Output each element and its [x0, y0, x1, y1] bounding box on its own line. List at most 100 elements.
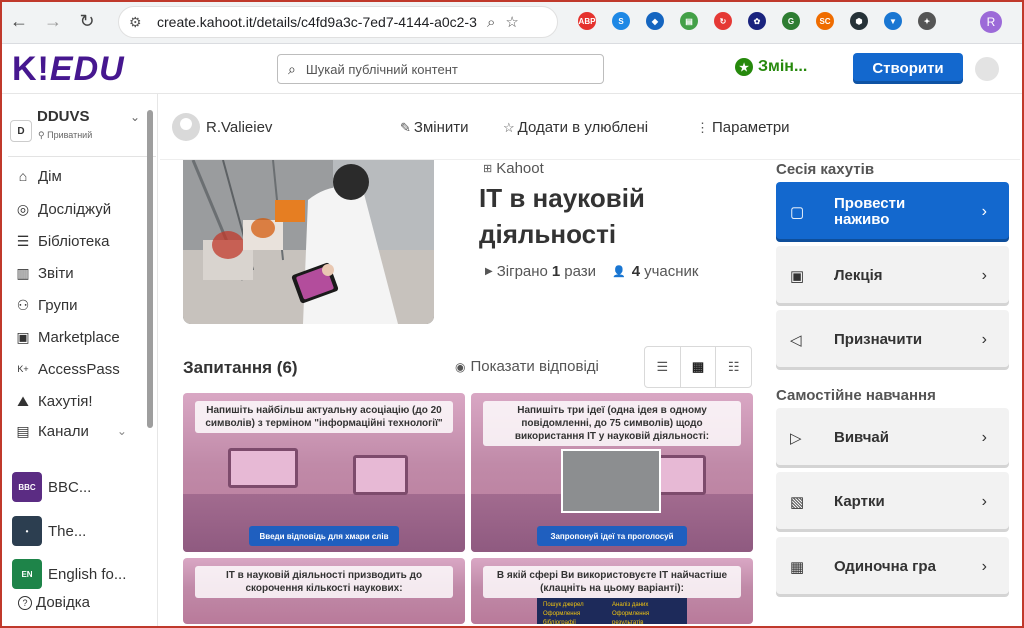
address-url[interactable]: create.kahoot.it/details/c4fd9a3c-7ed7-4… — [157, 14, 477, 30]
card-screen-decoration — [353, 455, 408, 495]
list-view-icon[interactable]: ☰ — [645, 347, 681, 387]
question-card[interactable]: Напишіть найбільш актуальну асоціацію (д… — [183, 393, 465, 552]
favorite-button[interactable]: ☆ Додати в улюблені — [503, 119, 648, 136]
upgrade-button[interactable]: ★ Змін... — [735, 58, 807, 76]
action-icon: ▧ — [790, 494, 805, 511]
action-button[interactable]: ▢ Провести наживо › — [776, 182, 1009, 242]
questions-title: Запитання (6) — [183, 358, 298, 377]
app-header: K!EDU ⌕ Шукай публічний контент ★ Змін..… — [0, 44, 1024, 94]
sidebar-item[interactable]: ▥ Звіти — [14, 262, 73, 284]
sidebar-item-icon: ⛰ — [17, 392, 29, 409]
extension-icon[interactable]: SC — [816, 12, 834, 30]
search-icon: ⌕ — [288, 60, 296, 77]
sidebar-channel[interactable]: BBC BBC... — [12, 472, 91, 502]
question-card[interactable]: Напишіть три ідеї (одна ідея в одному по… — [471, 393, 753, 552]
action-button[interactable]: ▣ Лекція › — [776, 246, 1009, 306]
chevron-right-icon: › — [981, 267, 987, 284]
forward-arrow-icon[interactable]: → — [38, 7, 68, 37]
extension-icon[interactable]: ↻ — [714, 12, 732, 30]
sidebar-item[interactable]: ⛰ Кахутія! — [14, 390, 92, 412]
extension-icon[interactable]: ▼ — [884, 12, 902, 30]
action-button[interactable]: ▦ Одиночна гра › — [776, 537, 1009, 597]
chevron-down-icon[interactable]: ⌄ — [130, 110, 140, 124]
sidebar-item-label: AccessPass — [38, 360, 120, 378]
sidebar-item-icon: ▤ — [16, 422, 30, 439]
profile-avatar[interactable]: R — [980, 11, 1002, 33]
extension-icon[interactable]: G — [782, 12, 800, 30]
extension-icon[interactable]: ▤ — [680, 12, 698, 30]
action-label: Картки — [834, 493, 885, 510]
create-button[interactable]: Створити — [853, 53, 963, 84]
bookmark-star-icon[interactable]: ☆ — [505, 13, 518, 31]
chevron-right-icon: › — [981, 558, 987, 575]
search-input[interactable]: ⌕ Шукай публічний контент — [277, 54, 604, 84]
question-text: В якій сфері Ви використовуєте ІТ найчас… — [483, 566, 741, 598]
logo-k: K! — [12, 50, 50, 88]
sidebar-item-label: Дім — [38, 167, 62, 185]
sidebar-item[interactable]: ☰ Бібліотека — [14, 230, 110, 252]
sidebar-item[interactable]: ⚇ Групи — [14, 294, 78, 316]
sidebar-item-icon: ☰ — [16, 232, 30, 249]
extension-icon[interactable]: ✿ — [748, 12, 766, 30]
extension-icon[interactable]: S — [612, 12, 630, 30]
view-mode-toggle: ☰ ▦ ☷ — [644, 346, 752, 388]
sidebar-channel[interactable]: EN English fo... — [12, 559, 126, 589]
grid-view-icon[interactable]: ▦ — [681, 347, 717, 387]
show-answers-toggle[interactable]: ◉ Показати відповіді — [455, 358, 599, 375]
lab-photo-illustration — [183, 160, 434, 324]
detail-view-icon[interactable]: ☷ — [716, 347, 751, 387]
question-card[interactable]: ІТ в науковій діяльності призводить до с… — [183, 558, 465, 624]
sidebar-item-label: Групи — [38, 296, 78, 314]
upgrade-label: Змін... — [758, 58, 808, 75]
played-prefix: Зіграно — [496, 263, 548, 280]
action-icon: ▷ — [790, 430, 802, 447]
action-button[interactable]: ▧ Картки › — [776, 472, 1009, 532]
kahoot-title: ІТ в науковій діяльності — [479, 183, 645, 249]
sidebar-scrollbar[interactable] — [147, 110, 153, 428]
action-icon: ◁ — [790, 332, 802, 349]
sidebar-item-label: Бібліотека — [38, 232, 110, 250]
owner-avatar[interactable] — [172, 113, 200, 141]
sidebar-channel[interactable]: • The... — [12, 516, 86, 546]
edit-button[interactable]: ✎ Змінити — [400, 119, 469, 136]
action-button[interactable]: ◁ Призначити › — [776, 310, 1009, 370]
kebab-menu-icon: ⋮ — [696, 119, 709, 135]
sidebar-item[interactable]: K+ AccessPass — [14, 358, 120, 380]
sidebar-item[interactable]: ▤ Канали ⌄ — [14, 420, 127, 442]
workspace-name: DDUVS — [37, 108, 90, 125]
played-count: 1 — [551, 263, 561, 280]
sidebar-item[interactable]: ◎ Досліджуй — [14, 198, 111, 220]
sidebar-item[interactable]: ▣ Marketplace — [14, 326, 120, 348]
person-icon: 👤 — [612, 266, 626, 278]
workspace-switcher[interactable]: D DDUVS ⚲ Приватний ⌄ — [8, 104, 148, 154]
help-link[interactable]: ? Довідка — [18, 594, 90, 611]
sidebar-item-label: Marketplace — [38, 328, 120, 346]
reload-icon[interactable]: ↻ — [72, 7, 102, 37]
site-info-icon[interactable]: ⚙ — [129, 14, 151, 31]
sidebar-item[interactable]: ⌂ Дім — [14, 165, 62, 187]
sidebar-item-icon: ▣ — [16, 328, 30, 345]
extension-icon[interactable]: ◆ — [646, 12, 664, 30]
sidebar: D DDUVS ⚲ Приватний ⌄ ⌂ Дім ◎ Досліджуй ☰ Біб… — [0, 94, 158, 628]
kahoot-edu-logo[interactable]: K!EDU — [12, 50, 125, 89]
chevron-right-icon: › — [981, 493, 987, 510]
zoom-icon[interactable]: ⌕ — [487, 14, 495, 31]
owner-name[interactable]: R.Valieiev — [206, 119, 272, 136]
settings-label: Параметри — [712, 119, 790, 136]
sidebar-item-icon: ⌂ — [18, 168, 28, 184]
extension-icon[interactable]: ✦ — [918, 12, 936, 30]
extension-icon[interactable]: ABP — [578, 12, 596, 30]
user-avatar[interactable] — [975, 57, 999, 81]
option-preview: Аналіз даних — [612, 602, 649, 608]
players-suffix: учасник — [644, 263, 699, 280]
logo-edu: EDU — [49, 50, 125, 88]
extension-icon[interactable]: ⬢ — [850, 12, 868, 30]
question-card[interactable]: В якій сфері Ви використовуєте ІТ найчас… — [471, 558, 753, 624]
address-bar[interactable]: ⚙ create.kahoot.it/details/c4fd9a3c-7ed7… — [118, 6, 558, 38]
eye-icon: ◉ — [455, 359, 466, 374]
action-button[interactable]: ▷ Вивчай › — [776, 408, 1009, 468]
chevron-down-icon[interactable]: ⌄ — [117, 424, 127, 438]
action-label: Провести наживо — [834, 195, 906, 228]
back-arrow-icon[interactable]: ← — [4, 7, 34, 37]
settings-button[interactable]: ⋮ Параметри — [696, 119, 790, 136]
